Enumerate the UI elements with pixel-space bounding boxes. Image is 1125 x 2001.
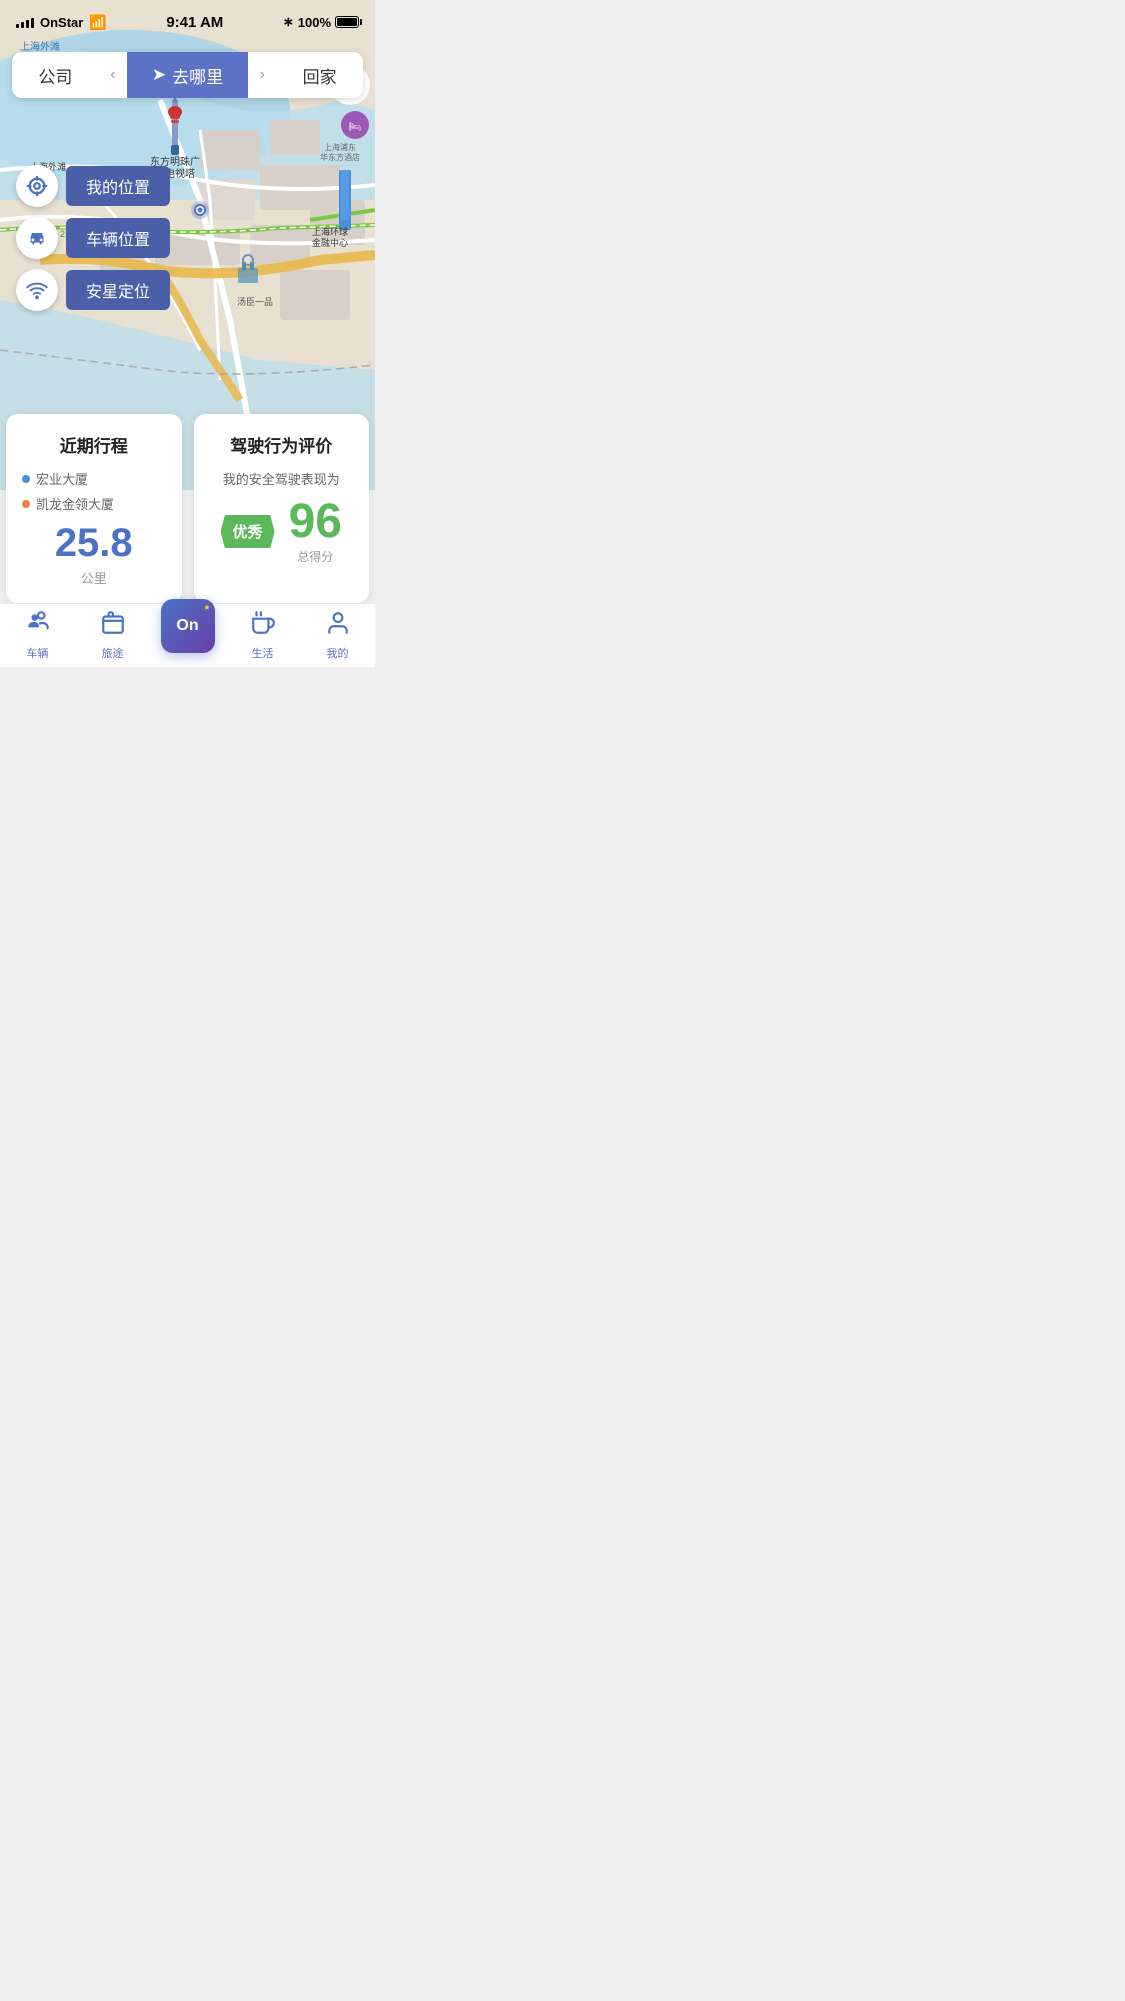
- nav-life-icon: [250, 610, 276, 642]
- nav-item-center[interactable]: On ★: [150, 619, 225, 653]
- drive-score-number: 96: [289, 498, 342, 546]
- nav-center-star-icon: ★: [203, 603, 210, 612]
- nav-profile-icon: [325, 610, 351, 642]
- vehicle-location-icon-btn[interactable]: [16, 217, 58, 259]
- trip-to-item: 凯龙金领大厦: [22, 494, 166, 513]
- svg-text:🛏: 🛏: [349, 122, 362, 133]
- signal-bar-2: [21, 22, 24, 28]
- nav-item-vehicle[interactable]: 车辆: [0, 610, 75, 661]
- nav-item-life[interactable]: 生活: [225, 610, 300, 661]
- trip-to-label: 凯龙金领大厦: [36, 494, 114, 513]
- my-location-row[interactable]: 我的位置: [16, 165, 170, 207]
- nav-life-label: 生活: [252, 645, 274, 661]
- battery-fill: [337, 18, 357, 26]
- svg-text:上海环球: 上海环球: [312, 226, 348, 237]
- svg-text:汤臣一品: 汤臣一品: [237, 297, 273, 307]
- nav-item-profile[interactable]: 我的: [300, 610, 375, 661]
- nav-center-text: On: [176, 617, 198, 635]
- time-display: 9:41 AM: [166, 14, 223, 31]
- svg-text:金融中心: 金融中心: [312, 237, 348, 248]
- battery-indicator: [335, 16, 359, 28]
- go-where-label: 去哪里: [172, 63, 223, 88]
- company-label: 公司: [38, 63, 72, 88]
- vehicle-location-label[interactable]: 车辆位置: [66, 218, 170, 258]
- satellite-icon-btn[interactable]: [16, 269, 58, 311]
- trip-from-item: 宏业大厦: [22, 469, 166, 488]
- navigate-icon: ➤: [152, 65, 166, 85]
- nav-trip-icon: [100, 610, 126, 642]
- go-where-button[interactable]: ➤ 去哪里: [127, 52, 248, 98]
- trip-unit: 公里: [22, 568, 166, 587]
- map-buttons: 我的位置 车辆位置 安星定位: [16, 165, 170, 311]
- nav-profile-label: 我的: [327, 645, 349, 661]
- from-dot: [22, 475, 30, 483]
- satellite-location-row[interactable]: 安星定位: [16, 269, 170, 311]
- trip-from-label: 宏业大厦: [36, 469, 88, 488]
- drive-badge: 优秀: [221, 515, 275, 548]
- carrier-label: OnStar: [40, 15, 83, 30]
- bottom-nav: 车辆 旅途 On ★ 生活: [0, 603, 375, 667]
- drive-score-label: 总得分: [289, 548, 342, 565]
- drive-subtitle: 我的安全驾驶表现为: [210, 469, 354, 488]
- trip-card-title: 近期行程: [22, 432, 166, 457]
- drive-score-row: 优秀 96 总得分: [210, 498, 354, 565]
- my-location-icon-btn[interactable]: [16, 165, 58, 207]
- nav-item-trip[interactable]: 旅途: [75, 610, 150, 661]
- nav-vehicle-icon: [25, 610, 51, 642]
- bottom-cards: 近期行程 宏业大厦 凯龙金领大厦 25.8 公里 驾驶行为评价 我的安全驾驶表现…: [0, 414, 375, 603]
- trip-distance: 25.8: [22, 521, 166, 566]
- battery-percent: 100%: [298, 15, 331, 30]
- drive-card[interactable]: 驾驶行为评价 我的安全驾驶表现为 优秀 96 总得分: [194, 414, 370, 603]
- my-location-label[interactable]: 我的位置: [66, 166, 170, 206]
- home-label: 回家: [303, 63, 337, 88]
- chevron-right-icon[interactable]: ›: [248, 66, 276, 84]
- nav-center-button[interactable]: On ★: [161, 599, 215, 653]
- status-right: ∗ 100%: [283, 14, 359, 30]
- satellite-location-label[interactable]: 安星定位: [66, 270, 170, 310]
- signal-bar-4: [31, 18, 34, 28]
- svg-text:华东方酒店: 华东方酒店: [320, 152, 360, 162]
- to-dot: [22, 500, 30, 508]
- trip-card[interactable]: 近期行程 宏业大厦 凯龙金领大厦 25.8 公里: [6, 414, 182, 603]
- company-button[interactable]: 公司: [12, 63, 99, 88]
- wifi-icon: 📶: [89, 14, 106, 31]
- signal-bar-3: [26, 20, 29, 28]
- status-bar: OnStar 📶 9:41 AM ∗ 100%: [0, 0, 375, 44]
- svg-text:上海浦东: 上海浦东: [324, 142, 356, 152]
- nav-vehicle-label: 车辆: [27, 645, 49, 661]
- search-bar[interactable]: 公司 ‹ ➤ 去哪里 › 回家: [12, 52, 363, 98]
- drive-card-title: 驾驶行为评价: [210, 432, 354, 457]
- vehicle-location-row[interactable]: 车辆位置: [16, 217, 170, 259]
- chevron-left-icon[interactable]: ‹: [99, 66, 127, 84]
- signal-bars: [16, 16, 34, 28]
- nav-trip-label: 旅途: [102, 645, 124, 661]
- signal-bar-1: [16, 24, 19, 28]
- bluetooth-icon: ∗: [283, 14, 294, 30]
- home-button[interactable]: 回家: [276, 63, 363, 88]
- status-left: OnStar 📶: [16, 14, 107, 31]
